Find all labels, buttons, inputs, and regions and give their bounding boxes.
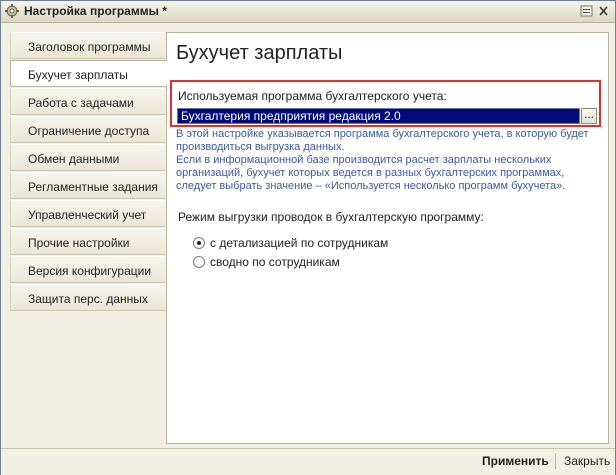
- hint-line: В этой настройке указывается программа б…: [176, 128, 589, 140]
- sidebar-item-management-accounting[interactable]: Управленческий учет: [10, 200, 165, 227]
- radio-label: с детализацией по сотрудникам: [210, 236, 389, 250]
- hint-line: следует выбрать значение – «Используется…: [176, 180, 566, 192]
- radio-button-unchecked[interactable]: [193, 256, 205, 268]
- export-mode-label: Режим выгрузки проводок в бухгалтерскую …: [178, 210, 484, 224]
- sidebar-item-program-title[interactable]: Заголовок программы: [10, 32, 165, 59]
- settings-sidebar: Заголовок программы Бухучет зарплаты Раб…: [10, 32, 167, 445]
- sidebar-item-config-version[interactable]: Версия конфигурации: [10, 256, 165, 283]
- radio-detailed-by-employees[interactable]: с детализацией по сотрудникам: [193, 235, 388, 251]
- radio-label: сводно по сотрудникам: [210, 255, 340, 269]
- title-bar: Настройка программы *: [1, 1, 615, 23]
- close-button[interactable]: Закрыть: [564, 454, 610, 468]
- accounting-program-group: Используемая программа бухгалтерского уч…: [170, 80, 601, 127]
- settings-panel: Бухучет зарплаты Используемая программа …: [166, 32, 609, 444]
- page-title: Бухучет зарплаты: [176, 42, 343, 64]
- divider: [555, 453, 556, 469]
- sidebar-item-payroll-accounting[interactable]: Бухучет зарплаты: [10, 60, 167, 87]
- select-button[interactable]: ...: [581, 108, 597, 124]
- window-title: Настройка программы *: [24, 4, 167, 18]
- hint-text: В этой настройке указывается программа б…: [176, 128, 596, 193]
- sidebar-item-personal-data-protection[interactable]: Защита перс. данных: [10, 284, 165, 311]
- sidebar-item-access-restriction[interactable]: Ограничение доступа: [10, 116, 165, 143]
- sidebar-item-scheduled-jobs[interactable]: Регламентные задания: [10, 172, 165, 199]
- hint-line: Если в информационной базе производится …: [176, 154, 552, 166]
- hint-line: производиться выгрузка данных.: [176, 141, 345, 153]
- radio-button-checked[interactable]: [193, 237, 205, 249]
- settings-window: Настройка программы * Заголовок программ…: [0, 0, 616, 475]
- sidebar-item-other-settings[interactable]: Прочие настройки: [10, 228, 165, 255]
- hint-line: организаций, бухучет которых ведется в р…: [176, 167, 565, 179]
- accounting-program-field[interactable]: Бухгалтерия предприятия редакция 2.0: [177, 108, 580, 124]
- radio-summary-by-employees[interactable]: сводно по сотрудникам: [193, 254, 340, 270]
- sidebar-item-tasks[interactable]: Работа с задачами: [10, 88, 165, 115]
- button-bar: Применить Закрыть: [1, 448, 615, 475]
- apply-button[interactable]: Применить: [482, 454, 549, 468]
- gear-icon: [5, 4, 19, 18]
- sidebar-item-data-exchange[interactable]: Обмен данными: [10, 144, 165, 171]
- close-icon[interactable]: [596, 4, 611, 18]
- accounting-program-label: Используемая программа бухгалтерского уч…: [178, 89, 447, 103]
- menu-icon[interactable]: [579, 4, 594, 18]
- accounting-program-value: Бухгалтерия предприятия редакция 2.0: [181, 109, 401, 123]
